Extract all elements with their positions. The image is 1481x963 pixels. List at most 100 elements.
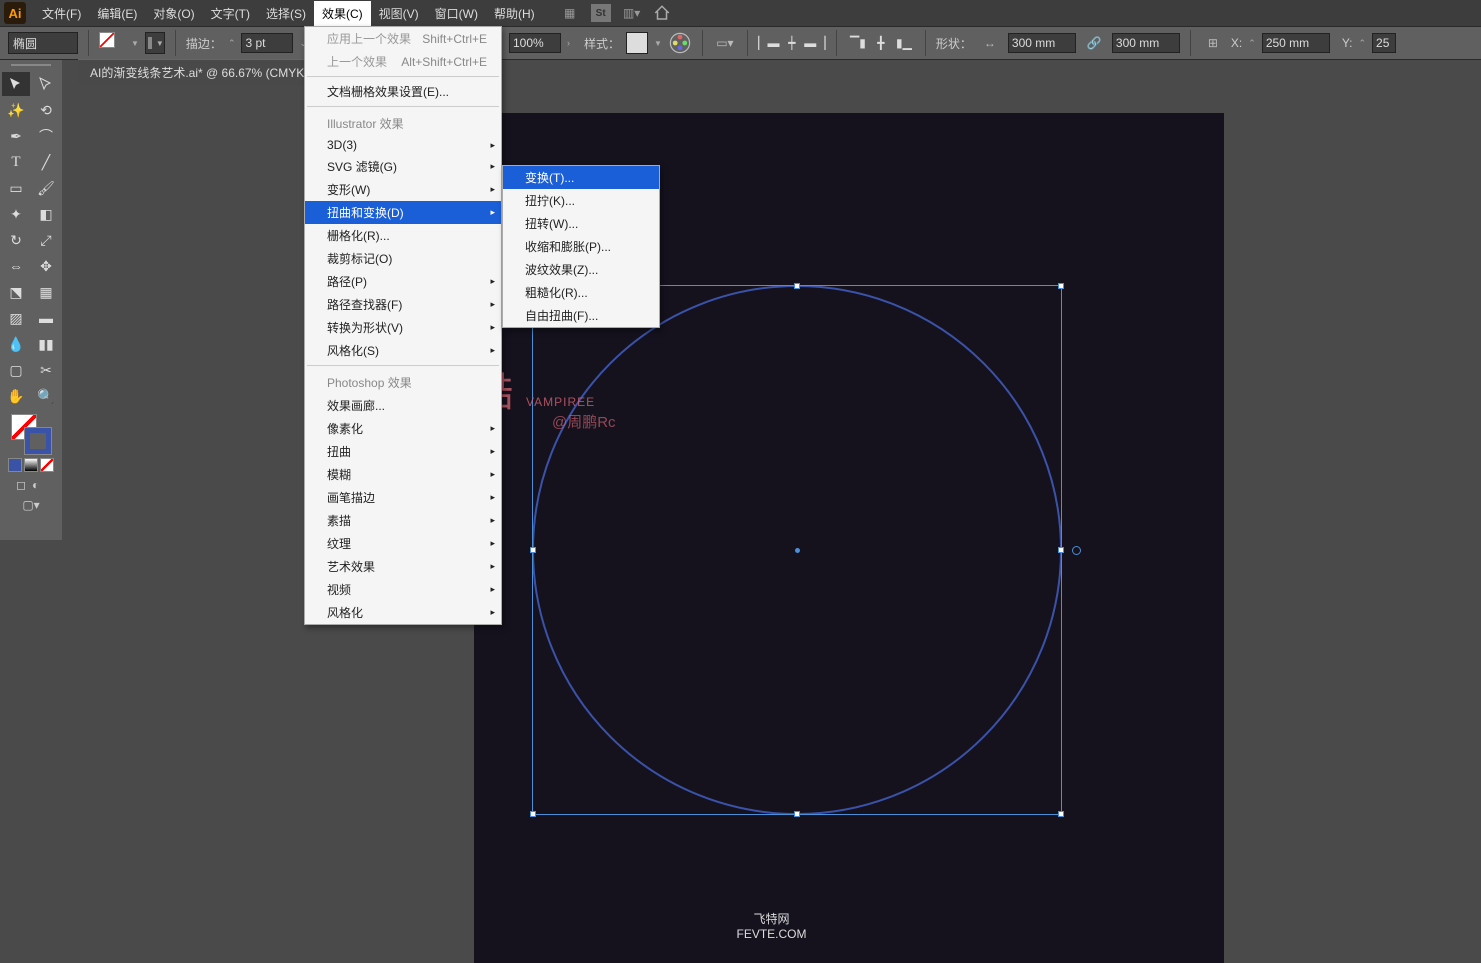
slice-tool[interactable]: ✂ <box>32 358 60 382</box>
artboard-tool[interactable]: ▢ <box>2 358 30 382</box>
menu-distort-transform[interactable]: 扭曲和变换(D)▸ <box>305 201 501 224</box>
rotate-handle[interactable] <box>1072 546 1081 555</box>
menu-sketch[interactable]: 素描▸ <box>305 509 501 532</box>
mesh-tool[interactable]: ▨ <box>2 306 30 330</box>
menu-effect-gallery[interactable]: 效果画廊... <box>305 394 501 417</box>
align-left-icon[interactable]: ▏▬ <box>758 32 780 54</box>
submenu-twist[interactable]: 扭拧(K)... <box>503 189 659 212</box>
shape-selector[interactable]: 椭圆 <box>8 32 78 54</box>
align-right-icon[interactable]: ▬▕ <box>804 32 826 54</box>
align-hcenter-icon[interactable]: ┿ <box>781 32 803 54</box>
zoom-tool[interactable]: 🔍 <box>32 384 60 408</box>
rectangle-tool[interactable]: ▭ <box>2 176 30 200</box>
bridge-icon[interactable]: ▦ <box>561 4 579 22</box>
bbox-handle-sw[interactable] <box>530 811 536 817</box>
ref-point-icon[interactable]: ⊞ <box>1201 31 1225 55</box>
bbox-handle-s[interactable] <box>794 811 800 817</box>
change-screen-mode[interactable]: ▢▾ <box>22 498 39 512</box>
menu-texture[interactable]: 纹理▸ <box>305 532 501 555</box>
gradient-tool[interactable]: ▬ <box>32 306 60 330</box>
menu-type[interactable]: 文字(T) <box>203 1 258 26</box>
type-tool[interactable]: T <box>2 150 30 174</box>
menu-video[interactable]: 视频▸ <box>305 578 501 601</box>
eyedropper-tool[interactable]: 💧 <box>2 332 30 356</box>
style-dropdown[interactable] <box>626 32 648 54</box>
line-tool[interactable]: ╱ <box>32 150 60 174</box>
menu-window[interactable]: 窗口(W) <box>427 1 486 26</box>
menu-doc-raster-settings[interactable]: 文档栅格效果设置(E)... <box>305 80 501 103</box>
shape-builder-tool[interactable]: ⬔ <box>2 280 30 304</box>
menu-crop-marks[interactable]: 裁剪标记(O) <box>305 247 501 270</box>
magic-wand-tool[interactable]: ✨ <box>2 98 30 122</box>
align-top-icon[interactable]: ▔▮ <box>847 32 869 54</box>
menu-stylize-ps[interactable]: 风格化▸ <box>305 601 501 624</box>
arrange-icon[interactable]: ▥▾ <box>623 4 641 22</box>
menu-file[interactable]: 文件(F) <box>34 1 89 26</box>
menu-svg-filters[interactable]: SVG 滤镜(G)▸ <box>305 155 501 178</box>
recolor-icon[interactable] <box>668 31 692 55</box>
draw-mode[interactable]: ◐ <box>32 478 46 492</box>
panel-grip[interactable] <box>11 64 51 68</box>
color-gradient[interactable] <box>24 458 38 472</box>
rotate-tool[interactable]: ↻ <box>2 228 30 252</box>
menu-brush-strokes[interactable]: 画笔描边▸ <box>305 486 501 509</box>
free-transform-tool[interactable]: ✥ <box>32 254 60 278</box>
curvature-tool[interactable]: ⌒ <box>32 124 60 148</box>
menu-help[interactable]: 帮助(H) <box>486 1 543 26</box>
search-icon[interactable] <box>653 4 671 22</box>
menu-pixelate[interactable]: 像素化▸ <box>305 417 501 440</box>
menu-artistic[interactable]: 艺术效果▸ <box>305 555 501 578</box>
bbox-handle-e[interactable] <box>1058 547 1064 553</box>
submenu-pucker-bloat[interactable]: 收缩和膨胀(P)... <box>503 235 659 258</box>
menu-stylize-ai[interactable]: 风格化(S)▸ <box>305 339 501 362</box>
menu-apply-last-effect[interactable]: 应用上一个效果Shift+Ctrl+E <box>305 27 501 50</box>
menu-3d[interactable]: 3D(3)▸ <box>305 135 501 155</box>
menu-warp[interactable]: 变形(W)▸ <box>305 178 501 201</box>
stroke-weight-input[interactable]: 3 pt <box>241 33 293 53</box>
paintbrush-tool[interactable]: 🖌 <box>32 176 60 200</box>
align-bottom-icon[interactable]: ▮▁ <box>893 32 915 54</box>
column-graph-tool[interactable]: ▮▮ <box>32 332 60 356</box>
height-input[interactable]: 300 mm <box>1112 33 1180 53</box>
menu-pathfinder[interactable]: 路径查找器(F)▸ <box>305 293 501 316</box>
menu-edit[interactable]: 编辑(E) <box>89 1 145 26</box>
submenu-roughen[interactable]: 粗糙化(R)... <box>503 281 659 304</box>
bbox-handle-se[interactable] <box>1058 811 1064 817</box>
submenu-twirl[interactable]: 扭转(W)... <box>503 212 659 235</box>
stroke-type[interactable]: ▼ <box>145 32 165 54</box>
selection-tool[interactable] <box>2 72 30 96</box>
bbox-handle-ne[interactable] <box>1058 283 1064 289</box>
submenu-transform[interactable]: 变换(T)... <box>503 166 659 189</box>
menu-rasterize[interactable]: 栅格化(R)... <box>305 224 501 247</box>
submenu-zig-zag[interactable]: 波纹效果(Z)... <box>503 258 659 281</box>
link-wh-icon[interactable]: 🔗 <box>1082 31 1106 55</box>
lasso-tool[interactable]: ⟲ <box>32 98 60 122</box>
stroke-swatch[interactable] <box>25 428 51 454</box>
fill-stroke-colorbox[interactable] <box>11 414 51 454</box>
color-solid[interactable] <box>8 458 22 472</box>
screen-mode[interactable]: ◻ <box>16 478 30 492</box>
direct-selection-tool[interactable] <box>32 72 60 96</box>
submenu-free-distort[interactable]: 自由扭曲(F)... <box>503 304 659 327</box>
width-tool[interactable]: ⇔ <box>2 254 30 278</box>
stock-icon[interactable]: St <box>591 4 611 22</box>
width-input[interactable]: 300 mm <box>1008 33 1076 53</box>
fill-stroke-swatch[interactable] <box>99 32 125 54</box>
align-vcenter-icon[interactable]: ╋ <box>870 32 892 54</box>
bbox-handle-n[interactable] <box>794 283 800 289</box>
color-none[interactable] <box>40 458 54 472</box>
scale-tool[interactable]: ⤢ <box>32 228 60 252</box>
shaper-tool[interactable]: ✦ <box>2 202 30 226</box>
align-to-icon[interactable]: ▭▾ <box>713 31 737 55</box>
y-input[interactable]: 25 <box>1372 33 1396 53</box>
menu-effect[interactable]: 效果(C) <box>314 1 371 26</box>
eraser-tool[interactable]: ◧ <box>32 202 60 226</box>
menu-select[interactable]: 选择(S) <box>258 1 314 26</box>
hand-tool[interactable]: ✋ <box>2 384 30 408</box>
menu-view[interactable]: 视图(V) <box>371 1 427 26</box>
menu-blur[interactable]: 模糊▸ <box>305 463 501 486</box>
x-input[interactable]: 250 mm <box>1262 33 1330 53</box>
opacity-input[interactable]: 100% <box>509 33 561 53</box>
menu-convert-to-shape[interactable]: 转换为形状(V)▸ <box>305 316 501 339</box>
menu-object[interactable]: 对象(O) <box>145 1 202 26</box>
